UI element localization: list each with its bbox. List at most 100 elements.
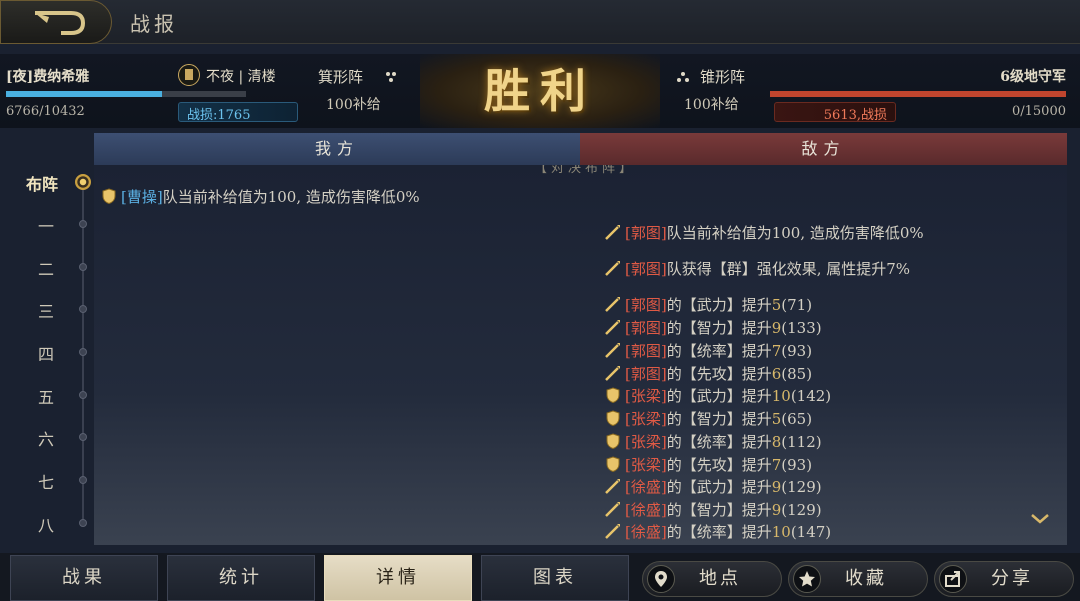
log-stat-total: (133) (781, 319, 822, 337)
tab-details[interactable]: 详情 (324, 555, 472, 601)
hero-name[interactable]: [张梁] (625, 456, 667, 474)
shield-icon (604, 455, 622, 473)
formation-dots-icon (386, 72, 396, 82)
our-supply: 100补给 (326, 97, 381, 113)
log-stat-increase: 9 (771, 319, 782, 337)
tab-ours[interactable]: 我方 (94, 133, 580, 165)
log-stat-increase: 7 (771, 456, 782, 474)
enemy-formation-name: 锥形阵 (700, 68, 746, 86)
tab-result[interactable]: 战果 (10, 555, 158, 601)
timeline-dot-icon (79, 391, 87, 399)
timeline-label: 六 (38, 430, 55, 449)
spear-icon (604, 259, 622, 277)
spear-icon (604, 364, 622, 382)
timeline-label: 布阵 (26, 175, 59, 194)
hero-name[interactable]: [张梁] (625, 387, 667, 405)
hero-name[interactable]: [徐盛] (625, 478, 667, 496)
favorite-button[interactable]: 收藏 (788, 561, 928, 597)
hero-name[interactable]: [徐盛] (625, 523, 667, 541)
round-timeline: 布阵 一 二 三 四 五 六 七 八 (0, 165, 94, 545)
log-stat-increase: 5 (771, 410, 782, 428)
log-text: 的【先攻】提升 (666, 365, 772, 383)
log-stat-total: (65) (781, 410, 813, 428)
tab-charts[interactable]: 图表 (481, 555, 629, 601)
log-line: [郭图]队当前补给值为100, 造成伤害降低0% (604, 223, 924, 243)
hero-name[interactable]: [郭图] (625, 296, 667, 314)
share-icon (939, 565, 967, 593)
log-section-header: 【对决布阵】 (534, 165, 637, 176)
timeline-item-round-4[interactable]: 四 (0, 341, 94, 365)
hero-name[interactable]: [郭图] (625, 224, 667, 242)
timeline-item-round-8[interactable]: 八 (0, 512, 94, 536)
log-stat-increase: 10 (771, 523, 791, 541)
battle-log[interactable]: 【对决布阵】 [曹操]队当前补给值为100, 造成伤害降低0% [郭图]队当前补给… (94, 165, 1067, 545)
spear-icon (604, 522, 622, 540)
timeline-dot-icon (79, 476, 87, 484)
log-text: 的【智力】提升 (666, 319, 772, 337)
log-stat-total: (93) (781, 456, 813, 474)
hero-name[interactable]: [郭图] (625, 319, 667, 337)
log-stat-total: (85) (781, 365, 813, 383)
battle-result-text: 胜利 (484, 64, 596, 118)
timeline-label: 五 (38, 388, 55, 407)
timeline-label: 二 (38, 260, 55, 279)
hero-name[interactable]: [张梁] (625, 433, 667, 451)
log-text: 的【智力】提升 (666, 501, 772, 519)
spear-icon (604, 500, 622, 518)
spear-icon (604, 318, 622, 336)
chevron-down-icon[interactable] (1030, 513, 1050, 525)
enemy-hp-bar (770, 91, 1066, 97)
our-formation-name: 箕形阵 (318, 68, 364, 86)
log-line: [徐盛]的【智力】提升9(129) (604, 500, 822, 520)
share-button[interactable]: 分享 (934, 561, 1074, 597)
tab-enemy[interactable]: 敌方 (580, 133, 1067, 165)
timeline-item-round-2[interactable]: 二 (0, 256, 94, 280)
log-stat-total: (71) (781, 296, 813, 314)
log-line: [张梁]的【智力】提升5(65) (604, 409, 812, 429)
timeline-item-round-7[interactable]: 七 (0, 469, 94, 493)
log-text: 的【统率】提升 (666, 523, 772, 541)
log-stat-increase: 9 (771, 478, 782, 496)
our-hp-text: 6766/10432 (6, 104, 85, 119)
log-stat-total: (142) (790, 387, 832, 405)
enemy-hp-text: 0/15000 (1011, 104, 1066, 119)
log-text: 的【武力】提升 (666, 387, 772, 405)
log-line: [张梁]的【先攻】提升7(93) (604, 455, 812, 475)
enemy-team-name: 6级地守军 (1000, 69, 1066, 85)
timeline-item-round-3[interactable]: 三 (0, 298, 94, 322)
log-line: [曹操]队当前补给值为100, 造成伤害降低0% (100, 187, 420, 207)
back-button[interactable] (0, 0, 112, 44)
hero-name[interactable]: [郭图] (625, 365, 667, 383)
shield-icon (604, 432, 622, 450)
location-label: 地点 (699, 568, 741, 589)
timeline-item-round-6[interactable]: 六 (0, 426, 94, 450)
hero-name[interactable]: [郭图] (625, 342, 667, 360)
spear-icon (604, 295, 622, 313)
timeline-item-round-5[interactable]: 五 (0, 384, 94, 408)
back-arrow-icon (35, 11, 86, 35)
spear-icon (604, 341, 622, 359)
hero-name[interactable]: [张梁] (625, 410, 667, 428)
log-line: [郭图]的【武力】提升5(71) (604, 295, 812, 315)
shield-icon (100, 187, 118, 205)
timeline-dot-icon (79, 263, 87, 271)
log-line: [郭图]的【先攻】提升6(85) (604, 364, 812, 384)
log-stat-total: (147) (790, 523, 832, 541)
timeline-label: 四 (38, 345, 55, 364)
timeline-dot-icon (79, 220, 87, 228)
location-pin-icon (647, 565, 675, 593)
log-stat-increase: 8 (771, 433, 782, 451)
timeline-label: 八 (38, 516, 55, 535)
location-button[interactable]: 地点 (642, 561, 782, 597)
timeline-item-setup[interactable]: 布阵 (0, 171, 94, 195)
tab-statistics[interactable]: 统计 (167, 555, 315, 601)
log-line: [郭图]的【智力】提升9(133) (604, 318, 822, 338)
log-stat-total: (93) (781, 342, 813, 360)
hero-name[interactable]: [徐盛] (625, 501, 667, 519)
timeline-item-round-1[interactable]: 一 (0, 213, 94, 237)
log-line: [徐盛]的【统率】提升10(147) (604, 522, 831, 542)
hero-name[interactable]: [郭图] (625, 260, 667, 278)
timeline-active-dot-icon (75, 174, 91, 190)
hero-name[interactable]: [曹操] (121, 188, 163, 206)
log-stat-increase: 7 (771, 342, 782, 360)
